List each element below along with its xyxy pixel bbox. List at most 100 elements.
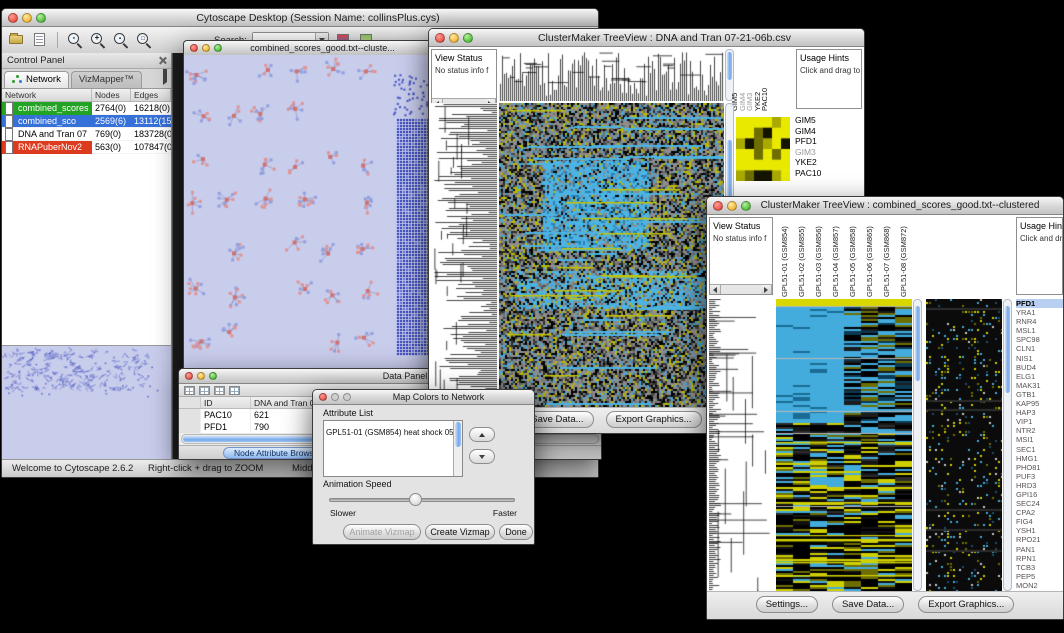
col-id[interactable]: ID <box>201 397 251 408</box>
scroll-left-icon[interactable] <box>710 285 721 294</box>
gene-column-label[interactable]: GIM5 <box>731 49 739 111</box>
gene-label[interactable]: YKE2 <box>795 157 847 168</box>
global-vscrollbar[interactable] <box>1003 299 1012 591</box>
network-row[interactable]: combined_scores 2764(0) 16218(0) <box>2 102 171 115</box>
gene-label[interactable]: PHO81 <box>1016 463 1063 472</box>
gene-label[interactable]: SEC24 <box>1016 499 1063 508</box>
summary-matrix[interactable] <box>736 117 790 181</box>
delete-attribute-icon[interactable] <box>214 386 225 395</box>
attribute-function-icon[interactable] <box>229 386 240 395</box>
gene-label[interactable]: MSL1 <box>1016 326 1063 335</box>
gene-label[interactable]: SPC98 <box>1016 335 1063 344</box>
export-graphics-button[interactable]: Export Graphics... <box>918 596 1014 613</box>
gene-label[interactable]: MAK31 <box>1016 381 1063 390</box>
array-column-label[interactable]: GPL51-06 (GSM865) <box>861 217 878 297</box>
gene-label[interactable]: BUD4 <box>1016 363 1063 372</box>
tab-vizmapper[interactable]: VizMapper™ <box>71 71 142 88</box>
network-view-titlebar[interactable]: combined_scores_good.txt--cluste... <box>184 41 431 56</box>
create-attribute-icon[interactable] <box>199 386 210 395</box>
move-down-button[interactable] <box>469 449 495 464</box>
global-heatmap[interactable] <box>926 299 1002 591</box>
birdseye-overview[interactable] <box>2 345 171 459</box>
speed-slider-thumb[interactable] <box>409 493 422 506</box>
gene-label[interactable]: NTR2 <box>1016 426 1063 435</box>
close-icon[interactable] <box>158 56 167 65</box>
zoom-in-icon[interactable] <box>89 31 107 49</box>
scrollbar-thumb[interactable] <box>915 306 920 381</box>
export-graphics-button[interactable]: Export Graphics... <box>606 411 702 428</box>
zoom-out-icon[interactable] <box>66 31 84 49</box>
array-column-label[interactable]: GPL51-01 (GSM854) <box>776 217 793 297</box>
status-scrollbar[interactable] <box>710 284 772 294</box>
gene-label[interactable]: HRD3 <box>1016 481 1063 490</box>
gene-label[interactable]: NIS1 <box>1016 354 1063 363</box>
col-network[interactable]: Network <box>2 89 92 101</box>
gene-label[interactable]: PAN1 <box>1016 545 1063 554</box>
zoom-button[interactable] <box>463 33 473 43</box>
heatmap-vscrollbar[interactable] <box>913 299 922 591</box>
gene-label[interactable]: RPO21 <box>1016 535 1063 544</box>
create-vizmap-button[interactable]: Create Vizmap <box>425 524 495 540</box>
gene-column-label[interactable]: YKE2 <box>754 49 762 111</box>
gene-label[interactable]: HMG1 <box>1016 454 1063 463</box>
row-dendrogram[interactable] <box>709 299 773 591</box>
zoom-button[interactable] <box>741 201 751 211</box>
gene-column-label[interactable]: GIM3 <box>746 49 754 111</box>
zoom-selected-icon[interactable] <box>112 31 130 49</box>
close-button[interactable] <box>713 201 723 211</box>
array-column-label[interactable]: GPL51-03 (GSM856) <box>810 217 827 297</box>
move-up-button[interactable] <box>469 427 495 442</box>
scrollbar-thumb[interactable] <box>455 422 461 447</box>
gene-label[interactable]: KAP95 <box>1016 399 1063 408</box>
speed-slider-track[interactable] <box>329 498 515 502</box>
import-file-icon[interactable] <box>31 31 49 49</box>
gene-label[interactable]: PEP5 <box>1016 572 1063 581</box>
close-button[interactable] <box>435 33 445 43</box>
dialog-titlebar[interactable]: Map Colors to Network <box>313 390 534 405</box>
tab-network[interactable]: Network <box>4 71 69 88</box>
expression-heatmap[interactable] <box>776 299 912 591</box>
gene-label[interactable]: GIM4 <box>795 126 847 137</box>
network-row[interactable]: DNA and Tran 07 769(0) 183728(0) <box>2 128 171 141</box>
array-column-label[interactable]: GPL51-05 (GSM858) <box>844 217 861 297</box>
gene-label[interactable]: PFD1 <box>795 136 847 147</box>
attribute-listbox[interactable]: GPL51-01 (GSM854) heat shock 05 minGPL51… <box>323 420 463 477</box>
done-button[interactable]: Done <box>499 524 533 540</box>
animate-vizmap-button[interactable]: Animate Vizmap <box>343 524 421 540</box>
gene-label[interactable]: ELG1 <box>1016 372 1063 381</box>
settings-button[interactable]: Settings... <box>756 596 818 613</box>
gene-label[interactable]: GPI16 <box>1016 490 1063 499</box>
treeview1-titlebar[interactable]: ClusterMaker TreeView : DNA and Tran 07-… <box>429 29 864 47</box>
close-button[interactable] <box>185 372 193 380</box>
row-dendrogram[interactable] <box>431 103 497 409</box>
gene-label[interactable]: CLN1 <box>1016 344 1063 353</box>
minimize-button[interactable] <box>727 201 737 211</box>
treeview2-titlebar[interactable]: ClusterMaker TreeView : combined_scores_… <box>707 197 1063 215</box>
gene-label[interactable]: TCB3 <box>1016 563 1063 572</box>
zoom-fit-icon[interactable] <box>135 31 153 49</box>
col-nodes[interactable]: Nodes <box>92 89 131 101</box>
save-data-button[interactable]: Save Data... <box>832 596 904 613</box>
scrollbar-thumb[interactable] <box>1005 306 1010 393</box>
zoom-button[interactable] <box>36 13 46 23</box>
close-button[interactable] <box>319 393 327 401</box>
minimize-button[interactable] <box>197 372 205 380</box>
zoom-button[interactable] <box>209 372 217 380</box>
gene-column-label[interactable]: GIM4 <box>739 49 747 111</box>
minimize-button[interactable] <box>202 44 210 52</box>
select-attributes-icon[interactable] <box>184 386 195 395</box>
attribute-item[interactable]: GPL51-01 (GSM854) heat shock 05 min <box>324 428 463 437</box>
gene-column-label[interactable]: PAC10 <box>761 49 769 111</box>
gene-label[interactable]: PAC10 <box>795 168 847 179</box>
array-column-label[interactable]: GPL51-04 (GSM857) <box>827 217 844 297</box>
gene-label[interactable]: CPA2 <box>1016 508 1063 517</box>
gene-label[interactable]: SEC1 <box>1016 445 1063 454</box>
close-button[interactable] <box>8 13 18 23</box>
gene-label[interactable]: PUF3 <box>1016 472 1063 481</box>
main-titlebar[interactable]: Cytoscape Desktop (Session Name: collins… <box>2 9 598 27</box>
gene-label[interactable]: FIG4 <box>1016 517 1063 526</box>
zoom-button[interactable] <box>214 44 222 52</box>
array-column-label[interactable]: GPL51-07 (GSM868) <box>878 217 895 297</box>
gene-label[interactable]: GIM3 <box>795 147 847 158</box>
col-edges[interactable]: Edges <box>131 89 171 101</box>
